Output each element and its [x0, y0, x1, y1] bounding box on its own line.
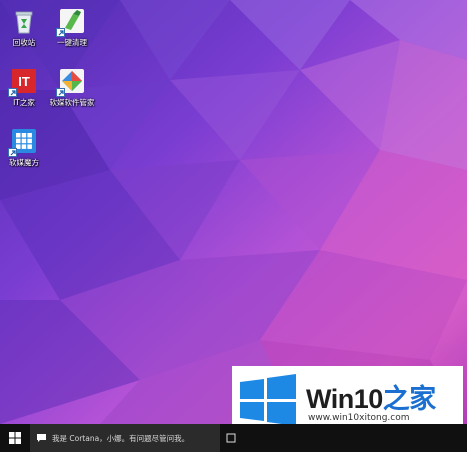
ithome-icon: IT [8, 66, 39, 97]
desktop-icon-rubiks-cube[interactable]: 软媒魔方 [0, 126, 52, 168]
rubiks-cube-icon [8, 126, 39, 157]
desktop-icon-label: 软媒魔方 [9, 158, 39, 167]
software-manager-icon [56, 66, 87, 97]
windows-logo-icon [240, 374, 296, 426]
watermark-url: www.win10xitong.com [308, 413, 410, 423]
cortana-search-box[interactable]: 我是 Cortana，小娜。有问题尽管问我。 [30, 424, 220, 452]
desktop[interactable]: 回收站 一键清理 IT IT之家 软媒软件管家 软媒魔方 [0, 0, 467, 424]
shortcut-arrow-icon [56, 88, 65, 97]
shortcut-arrow-icon [56, 28, 65, 37]
shortcut-arrow-icon [8, 148, 17, 157]
search-placeholder: 我是 Cortana，小娜。有问题尽管问我。 [52, 433, 190, 443]
wallpaper-image [0, 0, 467, 424]
watermark-brand-main: Win10 [306, 384, 383, 414]
ithome-logo-text: IT [18, 74, 30, 89]
task-view-icon[interactable] [226, 433, 236, 443]
watermark-brand-accent: 之家 [382, 384, 437, 414]
cortana-speech-icon [37, 434, 46, 442]
shortcut-arrow-icon [8, 88, 17, 97]
windows-logo-icon [9, 432, 21, 444]
broom-cleaner-icon [56, 6, 87, 37]
desktop-icon-label: 软媒软件管家 [49, 98, 95, 107]
taskbar: 我是 Cortana，小娜。有问题尽管问我。 [0, 424, 467, 452]
desktop-icon-one-click-clean[interactable]: 一键清理 [44, 6, 100, 48]
start-button[interactable] [0, 424, 30, 452]
desktop-icon-label: 一键清理 [57, 38, 87, 47]
watermark-brand: Win10之家 [306, 377, 436, 416]
desktop-icon-software-manager[interactable]: 软媒软件管家 [44, 66, 100, 108]
recycle-bin-icon [9, 6, 39, 36]
